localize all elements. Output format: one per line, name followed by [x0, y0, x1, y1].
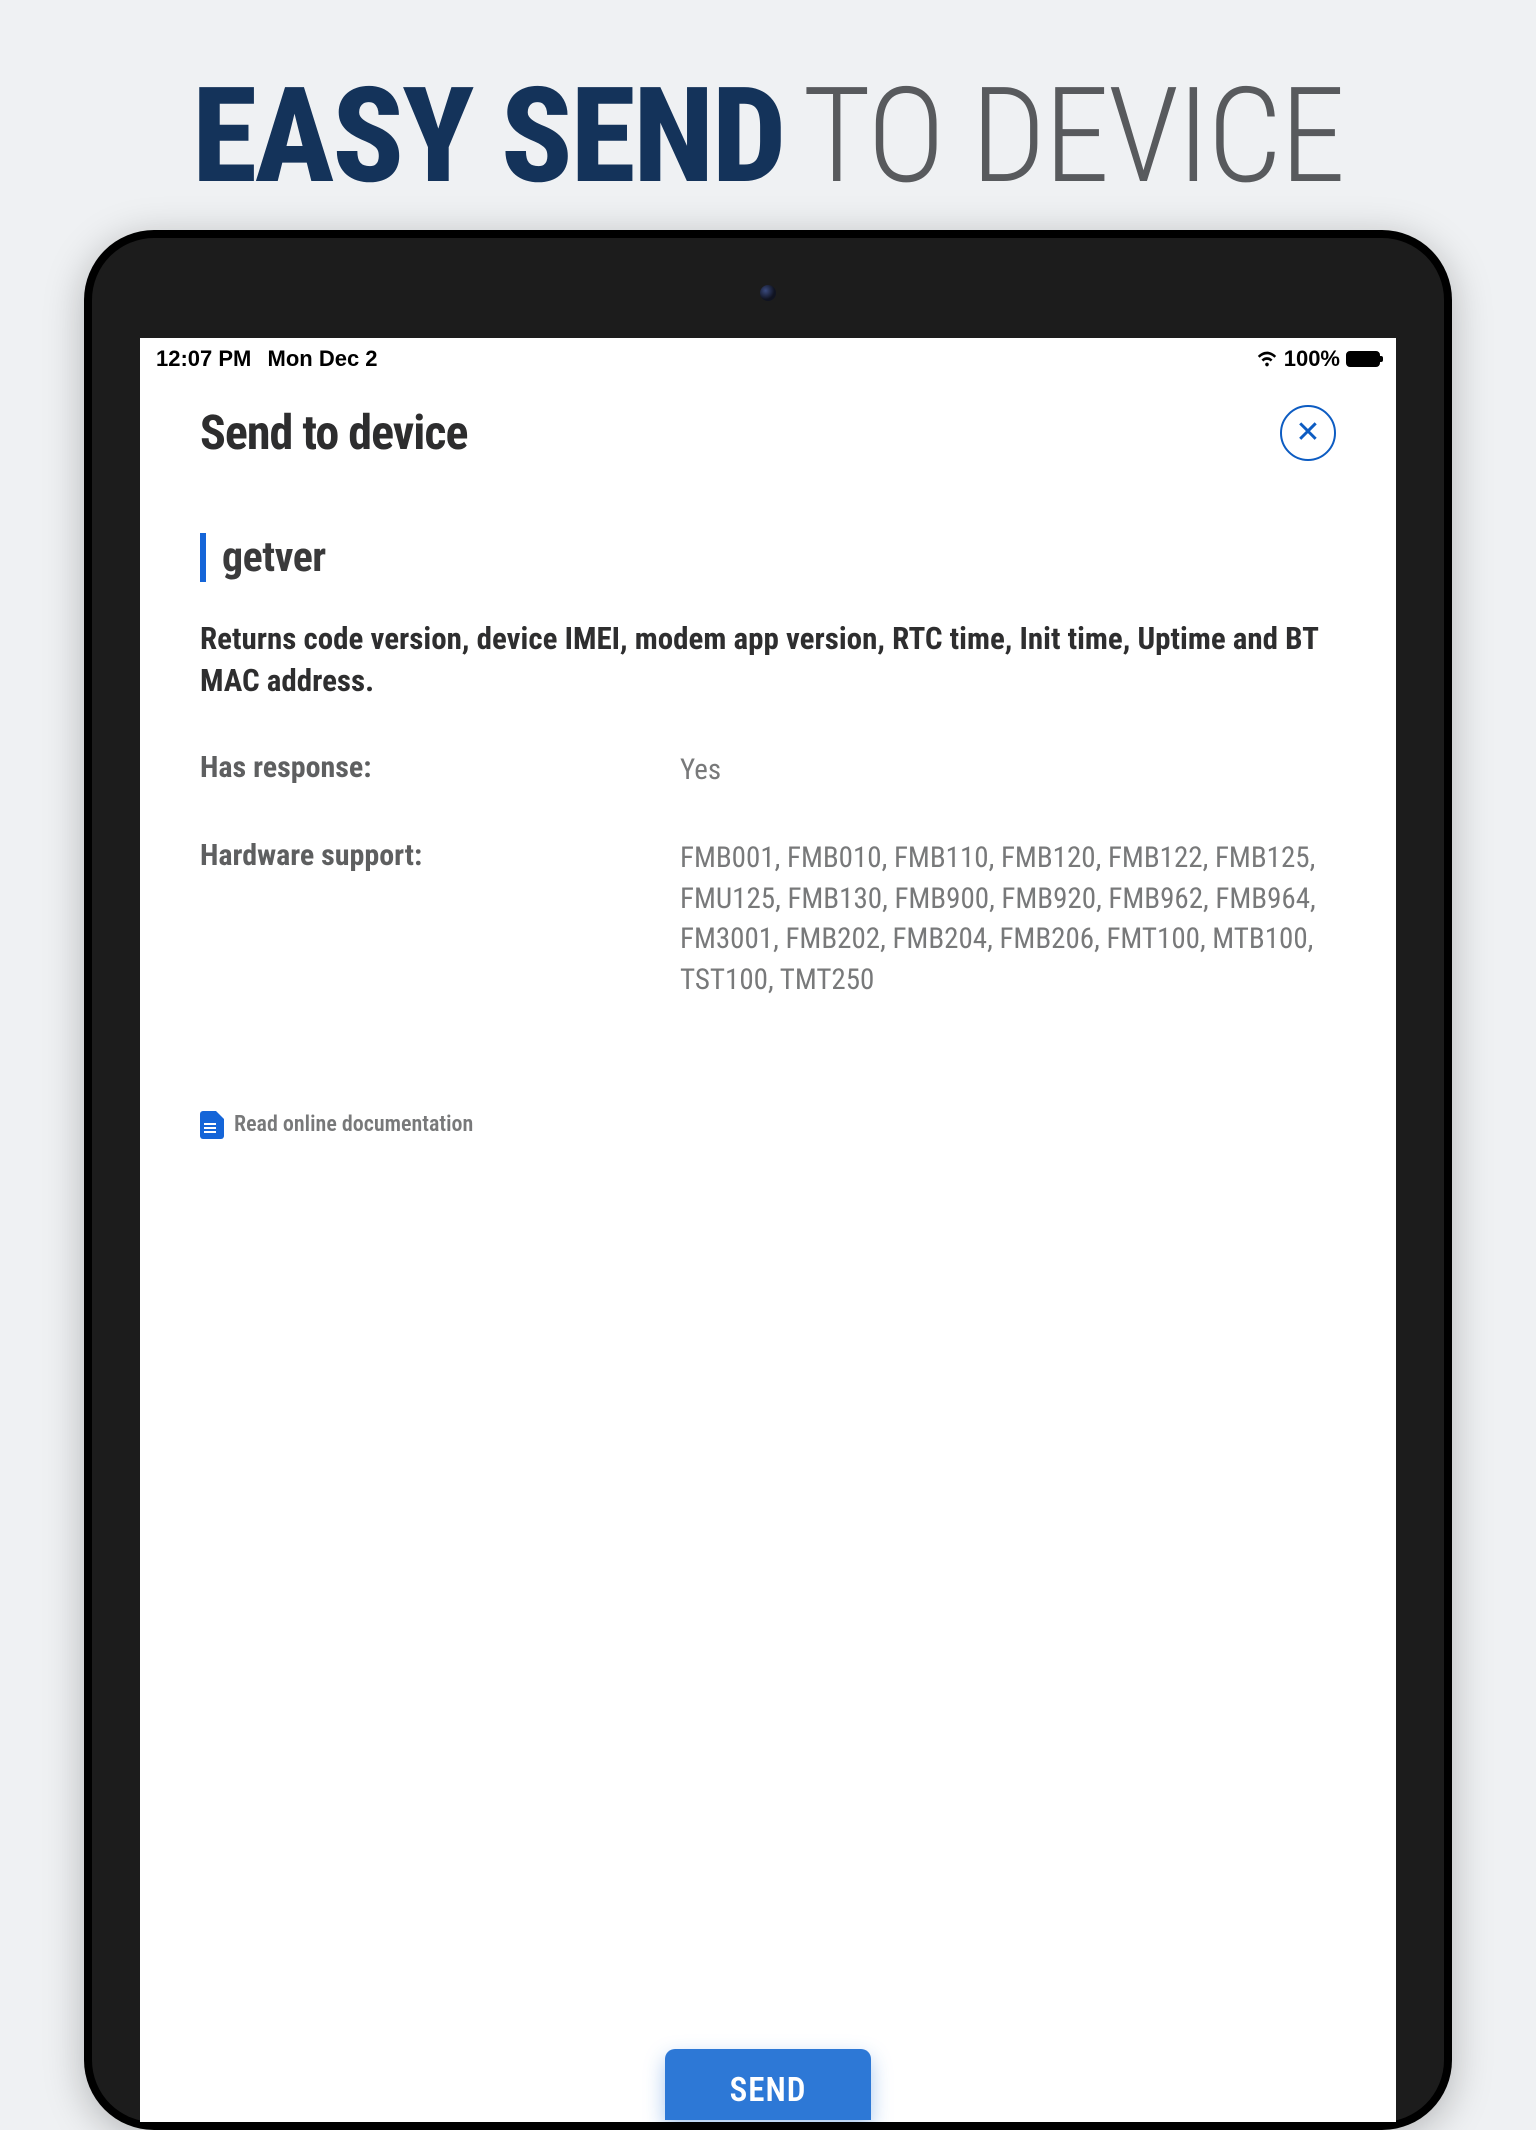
document-icon [200, 1111, 224, 1139]
documentation-link[interactable]: Read online documentation [200, 1111, 1336, 1139]
page-title: Send to device [200, 404, 467, 461]
tablet-frame: 12:07 PM Mon Dec 2 100% Send to device ✕ [84, 230, 1452, 2130]
close-icon: ✕ [1295, 418, 1320, 448]
statusbar-right: 100% [1256, 346, 1380, 372]
command-description: Returns code version, device IMEI, modem… [200, 618, 1336, 702]
status-date: Mon Dec 2 [268, 346, 378, 371]
hardware-support-value: FMB001, FMB010, FMB110, FMB120, FMB122, … [680, 838, 1336, 1000]
status-bar: 12:07 PM Mon Dec 2 100% [140, 338, 1396, 376]
hero-bold: EASY SEND [192, 60, 784, 214]
has-response-row: Has response: Yes [200, 750, 1336, 791]
command-name: getver [200, 533, 1336, 582]
wifi-icon [1256, 348, 1278, 370]
hero-banner: EASY SENDTO DEVICE [0, 0, 1536, 254]
hero-light: TO DEVICE [802, 60, 1343, 214]
page-content: Send to device ✕ getver Returns code ver… [140, 376, 1396, 2120]
camera-icon [760, 285, 776, 301]
send-button[interactable]: SEND [665, 2049, 871, 2120]
tablet-bezel: 12:07 PM Mon Dec 2 100% Send to device ✕ [92, 238, 1444, 2122]
hardware-support-row: Hardware support: FMB001, FMB010, FMB110… [200, 838, 1336, 1000]
close-button[interactable]: ✕ [1280, 405, 1336, 461]
hardware-support-label: Hardware support: [200, 838, 680, 1000]
has-response-value: Yes [680, 750, 1336, 791]
has-response-label: Has response: [200, 750, 680, 791]
statusbar-left: 12:07 PM Mon Dec 2 [156, 346, 388, 372]
battery-icon [1346, 351, 1380, 367]
status-time: 12:07 PM [156, 346, 251, 371]
documentation-link-label: Read online documentation [234, 1112, 473, 1137]
page-header: Send to device ✕ [200, 404, 1336, 461]
status-battery-pct: 100% [1284, 346, 1340, 372]
screen: 12:07 PM Mon Dec 2 100% Send to device ✕ [140, 338, 1396, 2122]
